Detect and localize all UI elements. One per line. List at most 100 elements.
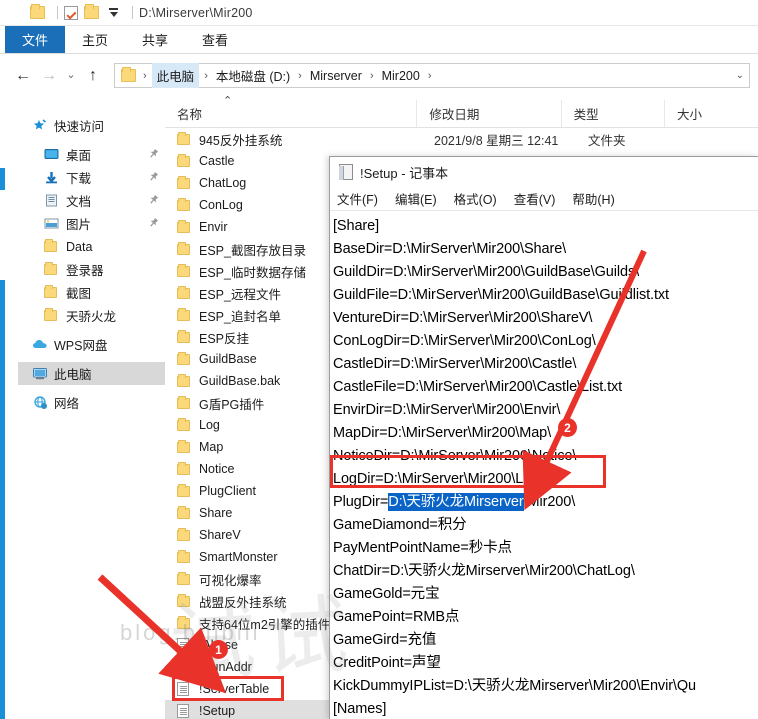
file-name: GuildBase [199,352,257,366]
folder-icon [177,307,197,321]
menu-edit[interactable]: 编辑(E) [395,189,437,208]
file-row[interactable]: 945反外挂系统 2021/9/8 星期三 12:41 文件夹 [165,128,758,150]
notepad-line: LogDir=D:\MirServer\Mir200\Log\ [333,471,544,487]
sidebar-item-4[interactable]: 图片 [18,212,165,235]
breadcrumb-separator-1: › [204,69,208,82]
folder-icon [177,549,197,563]
text-file-icon [177,682,197,696]
tab-view[interactable]: 查看 [185,26,245,53]
notepad-line: GameDiamond=积分 [333,517,467,533]
folder-icon [177,373,197,387]
folder-icon [177,329,197,343]
window-edge-strip-main [0,280,5,719]
computer-icon [32,367,49,380]
sidebar-item-3[interactable]: 文档 [18,189,165,212]
forward-button[interactable]: → [36,63,62,89]
file-name: SmartMonster [199,550,278,564]
folder-icon [44,262,61,275]
notepad-line: GamePoint=RMB点 [333,609,460,625]
folder-icon [177,285,197,299]
breadcrumb-local-disk[interactable]: 本地磁盘 (D:) [213,66,293,85]
column-header-name[interactable]: 名称 ⌃ [165,95,416,127]
file-name: Map [199,440,224,454]
file-name: GuildBase.bak [199,374,281,388]
properties-icon[interactable] [64,5,78,20]
notepad-line-suffix: \Mir200\ [523,494,576,510]
file-name: ConLog [199,198,243,212]
address-bar[interactable]: › 此电脑 › 本地磁盘 (D:) › Mirserver › Mir200 ›… [114,63,750,88]
file-name: Log [199,418,220,432]
file-name: Envir [199,220,228,234]
notepad-title-label: !Setup - 记事本 [360,165,449,181]
sidebar-item-9[interactable]: WPS网盘 [18,333,165,356]
cloud-icon [32,338,49,351]
sidebar-item-0[interactable]: 快速访问 [18,114,165,137]
navigation-bar: ← → ⌄ ↑ › 此电脑 › 本地磁盘 (D:) › Mirserver › … [0,55,758,96]
folder-icon[interactable] [30,4,45,19]
back-button[interactable]: ← [10,63,36,89]
sidebar-item-label: 网络 [54,397,80,411]
notepad-line: CastleDir=D:\MirServer\Mir200\Castle\ [333,356,577,372]
breadcrumb-separator-4: › [427,69,432,82]
notepad-line: CreditPoint=声望 [333,655,441,671]
notepad-line: VentureDir=D:\MirServer\Mir200\ShareV\ [333,310,593,326]
documents-icon [44,194,61,207]
address-dropdown-icon[interactable]: ⌄ [736,70,744,81]
file-name: !Setup [199,704,236,718]
folder-icon [177,351,197,365]
sidebar-item-label: 桌面 [66,149,92,163]
sidebar-item-10[interactable]: 此电脑 [18,362,165,385]
notepad-selected-text[interactable]: D:\天骄火龙Mirserver [388,493,524,511]
tab-home[interactable]: 主页 [65,26,125,53]
folder-icon [44,308,61,321]
column-header-type[interactable]: 类型 [560,100,664,127]
notepad-line: KickDummyIPList=D:\天骄火龙Mirserver\Mir200\… [333,678,696,694]
column-header-date-label: 修改日期 [429,108,480,122]
breadcrumb-mir200[interactable]: Mir200 [379,69,423,83]
tab-file[interactable]: 文件 [5,26,66,53]
file-name: !RunAddr [199,660,252,674]
sidebar-item-label: WPS网盘 [54,339,108,353]
breadcrumb-this-pc[interactable]: 此电脑 [151,63,200,88]
file-type: 文件夹 [588,133,626,148]
file-name: PlugClient [199,484,256,498]
file-name: ESP_截图存放目录 [199,243,306,258]
notepad-line: [Share] [333,218,380,234]
notepad-line-prefix: PlugDir= [333,494,389,510]
menu-view[interactable]: 查看(V) [514,189,556,208]
folder-icon [177,505,197,519]
column-header-type-label: 类型 [573,108,599,122]
column-header-date[interactable]: 修改日期 [416,100,560,127]
ribbon-tabs: 文件 主页 共享 查看 [0,26,758,54]
notepad-line: ConLogDir=D:\MirServer\Mir200\ConLog\ [333,333,596,349]
tab-share[interactable]: 共享 [125,26,185,53]
new-folder-icon[interactable] [84,4,99,19]
column-header-size-label: 大小 [676,108,702,122]
menu-help[interactable]: 帮助(H) [572,189,614,208]
pictures-icon [44,217,61,230]
sidebar-item-5[interactable]: Data [18,235,165,258]
notepad-line: BaseDir=D:\MirServer\Mir200\Share\ [333,241,567,257]
window-edge-strip-top [0,168,5,190]
folder-icon [177,571,197,585]
sidebar-item-11[interactable]: 网络 [18,391,165,414]
menu-format[interactable]: 格式(O) [454,189,497,208]
up-button[interactable]: ↑ [80,63,106,89]
menu-file[interactable]: 文件(F) [337,189,378,208]
notepad-line: PayMentPointName=秒卡点 [333,540,512,556]
sidebar-item-1[interactable]: 桌面 [18,143,165,166]
chevron-down-icon[interactable] [109,8,118,17]
breadcrumb-mirserver[interactable]: Mirserver [307,69,365,83]
notepad-menu-bar: 文件(F) 编辑(E) 格式(O) 查看(V) 帮助(H) [330,187,758,211]
sidebar-item-6[interactable]: 登录器 [18,258,165,281]
sidebar-item-7[interactable]: 截图 [18,281,165,304]
breadcrumb-separator-0: › [143,69,147,82]
folder-icon [177,527,197,541]
file-name: !ServerTable [199,682,270,696]
folder-icon [177,153,197,167]
sidebar-item-2[interactable]: 下载 [18,166,165,189]
column-header-size[interactable]: 大小 [663,100,758,127]
sidebar-item-8[interactable]: 天骄火龙 [18,304,165,327]
recent-locations-button[interactable]: ⌄ [62,63,80,89]
notepad-text-area[interactable]: [Share] BaseDir=D:\MirServer\Mir200\Share… [330,211,758,719]
